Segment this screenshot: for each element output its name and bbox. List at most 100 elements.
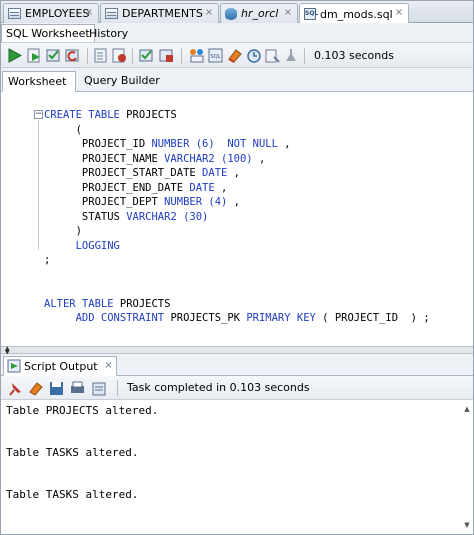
code-token: NUMBER — [164, 196, 203, 208]
code-line[interactable]: PROJECT_START_DATE DATE , — [44, 166, 430, 181]
database-sql-icon[interactable]: SQL — [207, 47, 224, 64]
sql-icon[interactable] — [188, 47, 205, 64]
code-token: ) — [44, 225, 82, 237]
worksheet-toolbar: SQL 0.103 seconds — [1, 42, 473, 68]
elapsed-time: 0.103 seconds — [314, 49, 394, 62]
close-icon[interactable]: × — [282, 7, 294, 19]
output-line: Table PROJECTS altered. — [6, 404, 159, 417]
toolbar-separator — [132, 48, 133, 64]
run-script-icon[interactable] — [26, 47, 43, 64]
code-line[interactable]: ALTER TABLE PROJECTS — [44, 297, 430, 312]
tab-hr-orcl[interactable]: hr_orcl × — [220, 3, 298, 23]
toolbar-separator — [304, 48, 305, 64]
sql-developer-window: EMPLOYEES × DEPARTMENTS × hr_orcl × SQL … — [0, 0, 474, 535]
pane-splitter[interactable]: ▲ ▼ — [1, 346, 473, 356]
output-scrollbar[interactable]: ▲ ▼ — [461, 404, 473, 530]
output-toolbar: Task completed in 0.103 seconds — [1, 376, 473, 400]
tab-dm-mods-sql[interactable]: SQL dm_mods.sql × — [299, 3, 409, 24]
code-token: ; — [44, 254, 51, 266]
code-line[interactable]: CREATE TABLE PROJECTS — [44, 108, 430, 123]
code-line[interactable]: ) — [44, 224, 430, 239]
tab-worksheet[interactable]: Worksheet — [2, 71, 76, 92]
fold-collapse-icon[interactable]: − — [34, 110, 43, 119]
code-token: LOGGING — [44, 239, 120, 252]
tab-employees[interactable]: EMPLOYEES × — [3, 3, 99, 23]
toolbar-separator — [87, 48, 88, 64]
code-token: (100) — [214, 152, 253, 165]
tab-label: DEPARTMENTS — [122, 7, 203, 20]
code-line[interactable] — [44, 268, 430, 283]
code-token: VARCHAR2 — [126, 210, 177, 223]
tab-query-builder[interactable]: Query Builder — [79, 71, 165, 92]
tab-label: hr_orcl — [241, 7, 279, 20]
worksheet-mode-tabs: SQL Worksheet History — [1, 23, 473, 42]
close-icon[interactable]: × — [83, 7, 95, 19]
tab-label: Script Output — [24, 359, 98, 373]
document-tab-bar: EMPLOYEES × DEPARTMENTS × hr_orcl × SQL … — [1, 1, 473, 24]
toolbar-separator — [117, 380, 118, 396]
code-token: (6) — [189, 138, 215, 150]
code-line[interactable]: PROJECT_DEPT NUMBER (4) , — [44, 195, 430, 210]
close-icon[interactable]: × — [104, 360, 112, 371]
code-token: , — [214, 181, 228, 194]
eraser-icon[interactable] — [226, 47, 243, 64]
output-line: Table TASKS altered. — [6, 488, 139, 501]
sql-code[interactable]: CREATE TABLE PROJECTS ( PROJECT_ID NUMBE… — [44, 108, 430, 326]
code-token: NUMBER — [151, 138, 190, 150]
clear-icon[interactable] — [264, 47, 281, 64]
tab-sql-worksheet[interactable]: SQL Worksheet — [1, 24, 95, 42]
history-icon[interactable] — [245, 47, 262, 64]
rollback-icon[interactable] — [64, 47, 81, 64]
output-line: Table TASKS altered. — [6, 446, 139, 459]
save-icon[interactable] — [48, 380, 65, 397]
tab-label: EMPLOYEES — [25, 7, 90, 20]
code-line[interactable]: LOGGING — [44, 239, 430, 254]
svg-text:SQL: SQL — [211, 54, 221, 60]
code-line[interactable]: PROJECT_NAME VARCHAR2 (100) , — [44, 152, 430, 167]
close-icon[interactable]: × — [393, 7, 405, 19]
tab-script-output[interactable]: Script Output × — [3, 356, 117, 376]
close-icon[interactable]: × — [203, 7, 215, 19]
tab-history[interactable]: History — [84, 24, 133, 42]
code-token: PROJECT_NAME — [44, 152, 165, 165]
autotrace-icon[interactable] — [93, 47, 110, 64]
code-token: PROJECT_ID — [44, 138, 152, 150]
worksheet-tab-bar: Worksheet Query Builder — [1, 68, 473, 92]
tab-departments[interactable]: DEPARTMENTS × — [100, 3, 219, 23]
sql-editor[interactable]: − CREATE TABLE PROJECTS ( PROJECT_ID NUM… — [1, 92, 473, 346]
code-line[interactable]: ( — [44, 123, 430, 138]
open-icon[interactable] — [91, 380, 108, 397]
unshared-worksheet-icon[interactable] — [283, 47, 300, 64]
code-token: DATE — [202, 167, 228, 179]
table-icon — [105, 8, 118, 19]
code-token: NOT NULL — [227, 138, 278, 150]
script-output-icon — [7, 359, 21, 373]
code-line[interactable]: ADD CONSTRAINT PROJECTS_PK PRIMARY KEY (… — [44, 311, 430, 326]
code-token: PRIMARY KEY — [246, 312, 316, 324]
commit-icon[interactable] — [45, 47, 62, 64]
pin-icon[interactable] — [7, 380, 24, 397]
code-token: (4) — [202, 196, 228, 208]
explain-plan-icon[interactable] — [111, 47, 128, 64]
database-connection-icon — [225, 7, 237, 20]
code-token: PROJECTS_PK — [164, 312, 247, 324]
code-token: , — [277, 138, 291, 150]
sql-tuning-icon[interactable] — [138, 47, 155, 64]
scroll-down-icon[interactable]: ▼ — [461, 520, 473, 530]
code-token: (30) — [176, 210, 209, 223]
format-sql-icon[interactable] — [158, 47, 175, 64]
scroll-up-icon[interactable]: ▲ — [461, 404, 473, 414]
code-token: , — [227, 167, 240, 179]
code-line[interactable]: STATUS VARCHAR2 (30) — [44, 210, 430, 225]
run-statement-icon[interactable] — [6, 47, 23, 64]
script-output-pane[interactable]: ▲ ▼ Table PROJECTS altered. Table TASKS a… — [1, 400, 473, 534]
eraser-icon[interactable] — [27, 380, 44, 397]
output-tab-bar: Script Output × — [1, 354, 473, 376]
fold-guide — [38, 120, 39, 250]
print-icon[interactable] — [69, 380, 86, 397]
code-line[interactable] — [44, 282, 430, 297]
code-line[interactable]: ; — [44, 253, 430, 268]
code-line[interactable]: PROJECT_ID NUMBER (6) NOT NULL , — [44, 137, 430, 152]
code-line[interactable]: PROJECT_END_DATE DATE , — [44, 181, 430, 196]
